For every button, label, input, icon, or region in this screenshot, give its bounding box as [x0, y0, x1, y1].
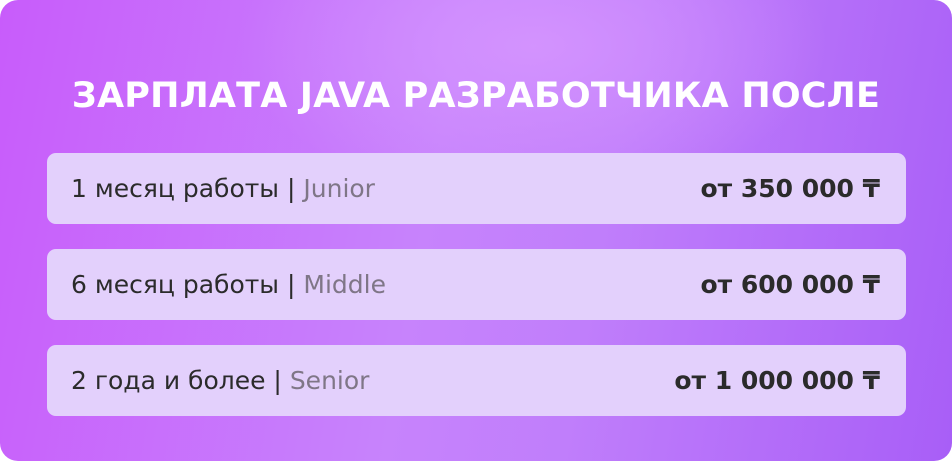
salary-list: 1 месяц работы | Junior от 350 000 ₸ 6 м…: [47, 153, 906, 416]
salary-row-senior: 2 года и более | Senior от 1 000 000 ₸: [47, 345, 906, 416]
experience-level: Middle: [303, 270, 386, 299]
experience-period: 1 месяц работы |: [71, 174, 304, 203]
salary-amount: от 350 000 ₸: [700, 174, 880, 203]
experience-label: 1 месяц работы | Junior: [71, 174, 375, 203]
experience-label: 2 года и более | Senior: [71, 366, 369, 395]
salary-row-middle: 6 месяц работы | Middle от 600 000 ₸: [47, 249, 906, 320]
salary-amount: от 1 000 000 ₸: [674, 366, 880, 395]
salary-amount: от 600 000 ₸: [700, 270, 880, 299]
experience-level: Senior: [289, 366, 370, 395]
experience-period: 2 года и более |: [71, 366, 290, 395]
experience-label: 6 месяц работы | Middle: [71, 270, 386, 299]
experience-period: 6 месяц работы |: [71, 270, 304, 299]
experience-level: Junior: [303, 174, 375, 203]
salary-row-junior: 1 месяц работы | Junior от 350 000 ₸: [47, 153, 906, 224]
salary-title: ЗАРПЛАТА JAVA РАЗРАБОТЧИКА ПОСЛЕ: [71, 76, 881, 116]
salary-card: ЗАРПЛАТА JAVA РАЗРАБОТЧИКА ПОСЛЕ 1 месяц…: [0, 0, 952, 461]
